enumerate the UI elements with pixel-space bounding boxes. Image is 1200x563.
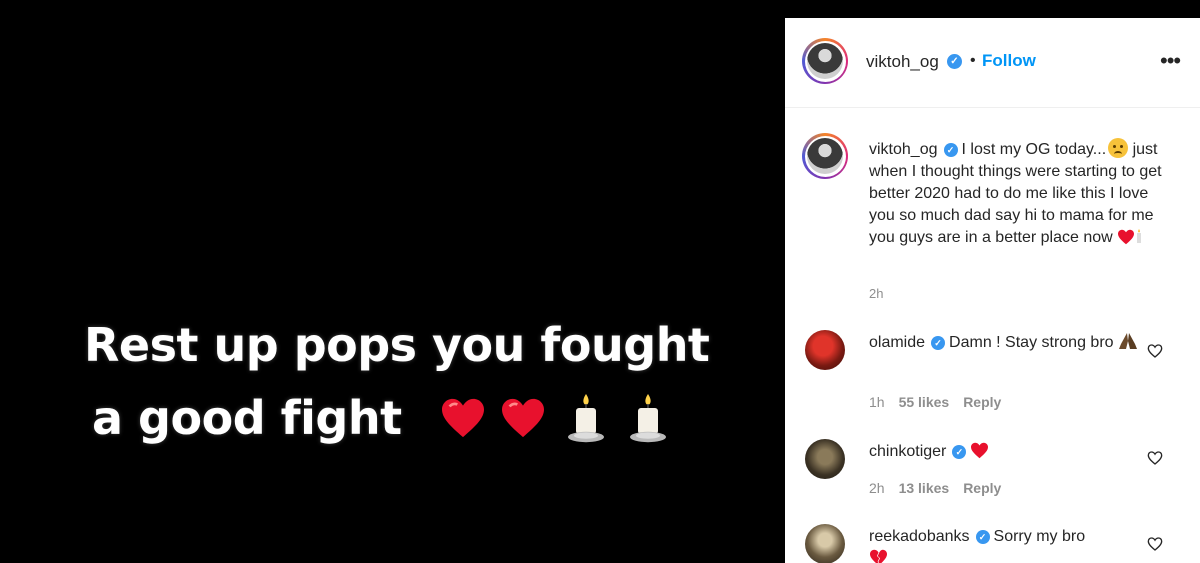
post-header: viktoh_og ✓ • Follow ••• bbox=[785, 18, 1200, 108]
commenter-avatar[interactable] bbox=[805, 524, 845, 563]
commenter-avatar[interactable] bbox=[805, 330, 845, 370]
sad-face-emoji-icon bbox=[1108, 138, 1129, 158]
comment-text: Sorry my bro bbox=[993, 528, 1086, 545]
comment: reekadobanks ✓ Sorry my bro bbox=[869, 526, 1144, 563]
verified-badge-icon: ✓ bbox=[931, 336, 946, 350]
follow-button[interactable]: Follow bbox=[982, 51, 1036, 71]
comment-meta: 1h 55 likes Reply bbox=[869, 394, 1015, 410]
red-heart-icon bbox=[501, 398, 544, 438]
story-text-line-2: a good fight bbox=[92, 391, 670, 445]
separator-dot: • bbox=[970, 52, 976, 69]
comment-time[interactable]: 2h bbox=[869, 480, 885, 496]
reply-button[interactable]: Reply bbox=[963, 394, 1001, 410]
like-comment-heart-icon[interactable] bbox=[1147, 343, 1163, 359]
comment-likes[interactable]: 13 likes bbox=[899, 480, 950, 496]
post-media[interactable]: Rest up pops you fought a good fight bbox=[0, 0, 785, 563]
author-avatar[interactable] bbox=[802, 38, 848, 84]
candle-icon bbox=[567, 394, 604, 443]
caption-username[interactable]: viktoh_og bbox=[869, 141, 938, 158]
comment-text: Damn ! Stay strong bro bbox=[949, 334, 1114, 351]
comment: olamide ✓ Damn ! Stay strong bro bbox=[869, 332, 1144, 354]
post-caption: viktoh_og ✓ I lost my OG today... just whe… bbox=[869, 138, 1169, 249]
comment-username[interactable]: reekadobanks bbox=[869, 528, 970, 545]
comment: chinkotiger ✓ bbox=[869, 441, 1144, 463]
broken-heart-emoji-icon bbox=[870, 549, 887, 563]
caption-text-start: I lost my OG today... bbox=[961, 141, 1107, 158]
caption-timestamp[interactable]: 2h bbox=[869, 286, 883, 301]
comment-username[interactable]: olamide bbox=[869, 334, 925, 351]
like-comment-heart-icon[interactable] bbox=[1147, 450, 1163, 466]
praying-hands-emoji-icon bbox=[1119, 333, 1137, 349]
comment-meta: 2h 13 likes Reply bbox=[869, 480, 1015, 496]
author-username[interactable]: viktoh_og bbox=[866, 52, 939, 72]
more-options-icon[interactable]: ••• bbox=[1160, 48, 1181, 74]
reply-button[interactable]: Reply bbox=[963, 480, 1001, 496]
red-heart-emoji-icon bbox=[971, 442, 989, 459]
verified-badge-icon: ✓ bbox=[952, 445, 967, 459]
verified-badge-icon: ✓ bbox=[975, 530, 990, 544]
candle-emoji-icon bbox=[1137, 229, 1142, 243]
verified-badge-icon: ✓ bbox=[943, 143, 958, 157]
comment-username[interactable]: chinkotiger bbox=[869, 443, 946, 460]
verified-badge-icon: ✓ bbox=[947, 54, 962, 69]
story-text-line-1: Rest up pops you fought bbox=[84, 318, 710, 372]
caption-author-avatar[interactable] bbox=[802, 133, 848, 179]
candle-icon bbox=[629, 394, 666, 443]
comment-time[interactable]: 1h bbox=[869, 394, 885, 410]
story-text-line-2-text: a good fight bbox=[92, 391, 402, 445]
post-side-panel: viktoh_og ✓ • Follow ••• viktoh_og ✓ I los… bbox=[785, 18, 1200, 563]
commenter-avatar[interactable] bbox=[805, 439, 845, 479]
red-heart-icon bbox=[441, 398, 484, 438]
like-comment-heart-icon[interactable] bbox=[1147, 536, 1163, 552]
comment-likes[interactable]: 55 likes bbox=[899, 394, 950, 410]
red-heart-emoji-icon bbox=[1118, 229, 1135, 245]
story-emoji-row bbox=[440, 392, 670, 444]
